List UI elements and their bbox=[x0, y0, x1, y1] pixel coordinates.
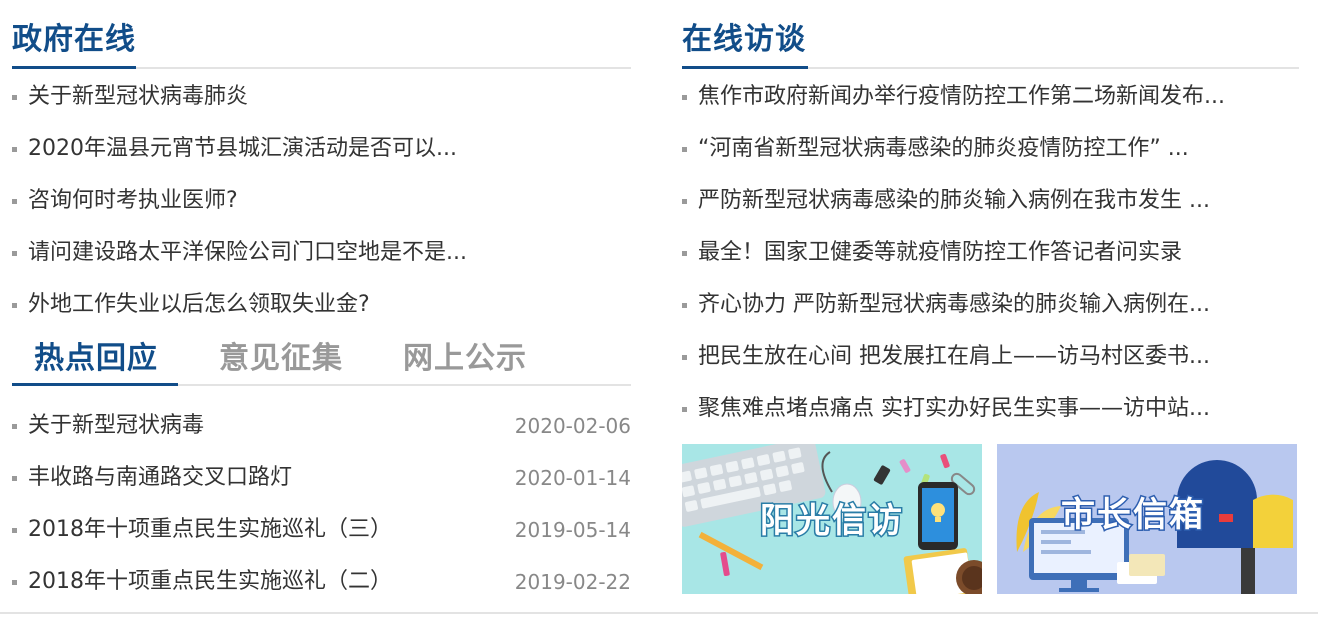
active-tab-underline bbox=[12, 383, 178, 386]
list-item-title[interactable]: 外地工作失业以后怎么领取失业金? bbox=[28, 292, 370, 317]
tab-online-publicity[interactable]: 网上公示 bbox=[403, 334, 527, 384]
banner-title-art: 阳光信访 bbox=[760, 501, 904, 541]
table-row[interactable]: 2018年十项重点民生实施巡礼（三） 2019-05-14 bbox=[12, 504, 631, 556]
bullet-icon bbox=[682, 251, 687, 256]
bullet-icon bbox=[682, 355, 687, 360]
list-item[interactable]: 最全！国家卫健委等就疫情防控工作答记者问实录 bbox=[682, 227, 1299, 279]
interview-title-underline bbox=[682, 66, 808, 69]
list-item-title[interactable]: “河南省新型冠状病毒感染的肺炎疫情防控工作” ... bbox=[698, 136, 1189, 161]
list-item-title[interactable]: 关于新型冠状病毒肺炎 bbox=[28, 84, 248, 109]
mayor-mailbox-illustration: 市长信箱 bbox=[997, 444, 1297, 594]
table-row[interactable]: 2018年十项重点民生实施巡礼（二） 2019-02-22 bbox=[12, 556, 631, 608]
bullet-icon bbox=[682, 407, 687, 412]
list-item-title[interactable]: 聚焦难点堵点痛点 实打实办好民生实事——访中站... bbox=[698, 396, 1210, 421]
hot-response-list: 关于新型冠状病毒 2020-02-06 丰收路与南通路交叉口路灯 2020-01-1… bbox=[12, 400, 631, 608]
list-item[interactable]: 焦作市政府新闻办举行疫情防控工作第二场新闻发布... bbox=[682, 71, 1299, 123]
left-column: 政府在线 关于新型冠状病毒肺炎 2020年温县元宵节县城汇演活动是否可以... … bbox=[12, 0, 631, 608]
list-item[interactable]: 聚焦难点堵点痛点 实打实办好民生实事——访中站... bbox=[682, 383, 1299, 435]
list-item[interactable]: 外地工作失业以后怎么领取失业金? bbox=[12, 279, 631, 331]
bullet-icon bbox=[12, 476, 17, 481]
row-date: 2019-02-22 bbox=[514, 570, 631, 594]
bullet-icon bbox=[12, 303, 17, 308]
bullet-icon bbox=[12, 580, 17, 585]
list-item-title[interactable]: 咨询何时考执业医师? bbox=[28, 188, 238, 213]
tab-hot-response[interactable]: 热点回应 bbox=[34, 334, 158, 384]
service-banners: 阳光信访 市长信箱 bbox=[682, 444, 1299, 594]
tab-opinion-collection[interactable]: 意见征集 bbox=[219, 334, 343, 384]
interview-header: 在线访谈 bbox=[682, 0, 1299, 69]
row-title[interactable]: 2018年十项重点民生实施巡礼（二） bbox=[28, 569, 392, 594]
gov-online-title-underline bbox=[12, 66, 136, 69]
bullet-icon bbox=[682, 303, 687, 308]
bullet-icon bbox=[12, 424, 17, 429]
right-column: 在线访谈 焦作市政府新闻办举行疫情防控工作第二场新闻发布... “河南省新型冠状… bbox=[682, 0, 1299, 594]
interview-list: 焦作市政府新闻办举行疫情防控工作第二场新闻发布... “河南省新型冠状病毒感染的… bbox=[682, 71, 1299, 435]
list-item[interactable]: “河南省新型冠状病毒感染的肺炎疫情防控工作” ... bbox=[682, 123, 1299, 175]
bullet-icon bbox=[12, 251, 17, 256]
list-item[interactable]: 严防新型冠状病毒感染的肺炎输入病例在我市发生 ... bbox=[682, 175, 1299, 227]
row-title[interactable]: 关于新型冠状病毒 bbox=[28, 413, 204, 438]
bullet-icon bbox=[682, 199, 687, 204]
gov-online-header: 政府在线 bbox=[12, 0, 631, 69]
list-item-title[interactable]: 齐心协力 严防新型冠状病毒感染的肺炎输入病例在... bbox=[698, 292, 1210, 317]
list-item-title[interactable]: 请问建设路太平洋保险公司门口空地是不是... bbox=[28, 240, 467, 265]
list-item[interactable]: 齐心协力 严防新型冠状病毒感染的肺炎输入病例在... bbox=[682, 279, 1299, 331]
interview-title[interactable]: 在线访谈 bbox=[682, 20, 806, 60]
list-item-title[interactable]: 焦作市政府新闻办举行疫情防控工作第二场新闻发布... bbox=[698, 84, 1225, 109]
list-item[interactable]: 请问建设路太平洋保险公司门口空地是不是... bbox=[12, 227, 631, 279]
sunshine-petition-illustration: 阳光信访 bbox=[682, 444, 982, 594]
table-row[interactable]: 关于新型冠状病毒 2020-02-06 bbox=[12, 400, 631, 452]
row-date: 2020-02-06 bbox=[514, 414, 631, 438]
bullet-icon bbox=[12, 95, 17, 100]
list-item[interactable]: 2020年温县元宵节县城汇演活动是否可以... bbox=[12, 123, 631, 175]
list-item[interactable]: 咨询何时考执业医师? bbox=[12, 175, 631, 227]
list-item[interactable]: 把民生放在心间 把发展扛在肩上——访马村区委书... bbox=[682, 331, 1299, 383]
list-item-title[interactable]: 严防新型冠状病毒感染的肺炎输入病例在我市发生 ... bbox=[698, 188, 1210, 213]
mayor-mailbox-banner[interactable]: 市长信箱 bbox=[997, 444, 1297, 594]
bullet-icon bbox=[12, 147, 17, 152]
bullet-icon bbox=[12, 528, 17, 533]
bottom-divider bbox=[0, 612, 1318, 614]
row-date: 2020-01-14 bbox=[514, 466, 631, 490]
banner-title-art: 市长信箱 bbox=[1061, 495, 1205, 535]
list-item[interactable]: 关于新型冠状病毒肺炎 bbox=[12, 71, 631, 123]
bullet-icon bbox=[682, 95, 687, 100]
row-date: 2019-05-14 bbox=[514, 518, 631, 542]
table-row[interactable]: 丰收路与南通路交叉口路灯 2020-01-14 bbox=[12, 452, 631, 504]
row-title[interactable]: 丰收路与南通路交叉口路灯 bbox=[28, 465, 292, 490]
phone-icon bbox=[918, 482, 958, 550]
list-item-title[interactable]: 把民生放在心间 把发展扛在肩上——访马村区委书... bbox=[698, 344, 1210, 369]
gov-online-title[interactable]: 政府在线 bbox=[12, 20, 136, 60]
sunshine-petition-banner[interactable]: 阳光信访 bbox=[682, 444, 982, 594]
bullet-icon bbox=[12, 199, 17, 204]
list-item-title[interactable]: 最全！国家卫健委等就疫情防控工作答记者问实录 bbox=[698, 240, 1182, 265]
hot-tabs: 热点回应 意见征集 网上公示 bbox=[12, 334, 631, 386]
bullet-icon bbox=[682, 147, 687, 152]
gov-online-list: 关于新型冠状病毒肺炎 2020年温县元宵节县城汇演活动是否可以... 咨询何时考… bbox=[12, 71, 631, 331]
list-item-title[interactable]: 2020年温县元宵节县城汇演活动是否可以... bbox=[28, 136, 457, 161]
row-title[interactable]: 2018年十项重点民生实施巡礼（三） bbox=[28, 517, 392, 542]
